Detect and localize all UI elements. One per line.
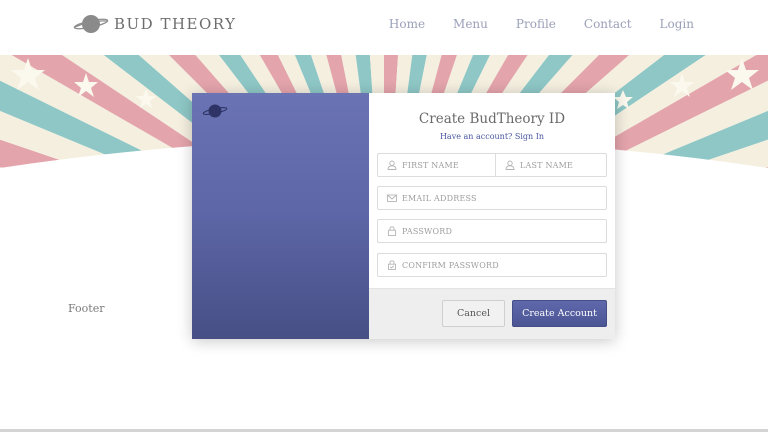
- modal-side-panel: [192, 93, 369, 339]
- user-icon: [387, 160, 397, 170]
- logo-text: BUD THEORY: [114, 15, 237, 33]
- lock-icon: [388, 226, 396, 236]
- cancel-button[interactable]: Cancel: [442, 300, 505, 327]
- user-icon: [505, 160, 515, 170]
- password-field[interactable]: PASSWORD: [377, 219, 607, 243]
- nav-home[interactable]: Home: [389, 17, 425, 31]
- site-logo[interactable]: BUD THEORY: [72, 12, 237, 36]
- email-placeholder: EMAIL ADDRESS: [402, 193, 477, 203]
- have-account-text: Have an account?: [439, 132, 513, 141]
- nav-contact[interactable]: Contact: [584, 17, 632, 31]
- nav-menu[interactable]: Menu: [453, 17, 488, 31]
- site-header: BUD THEORY Home Menu Profile Contact Log…: [0, 0, 768, 55]
- password-placeholder: PASSWORD: [402, 226, 453, 236]
- create-account-modal: Create BudTheory ID Have an account? Sig…: [192, 93, 615, 339]
- planet-logo-icon: [202, 104, 228, 118]
- last-name-field[interactable]: LAST NAME: [495, 153, 607, 177]
- envelope-icon: [387, 194, 397, 202]
- confirm-password-field[interactable]: CONFIRM PASSWORD: [377, 253, 607, 277]
- footer-text: Footer: [68, 302, 105, 315]
- sign-in-link[interactable]: Sign In: [515, 132, 544, 141]
- nav-login[interactable]: Login: [660, 17, 694, 31]
- main-nav: Home Menu Profile Contact Login: [389, 17, 694, 31]
- planet-logo-icon: [73, 15, 109, 33]
- first-name-placeholder: FIRST NAME: [402, 160, 459, 170]
- signup-form: Create BudTheory ID Have an account? Sig…: [369, 93, 615, 339]
- form-title: Create BudTheory ID: [418, 111, 566, 127]
- first-name-field[interactable]: FIRST NAME: [377, 153, 496, 177]
- modal-footer: Cancel Create Account: [369, 288, 615, 339]
- email-field[interactable]: EMAIL ADDRESS: [377, 186, 607, 210]
- lock-check-icon: [388, 260, 396, 270]
- create-account-button[interactable]: Create Account: [512, 300, 607, 327]
- last-name-placeholder: LAST NAME: [520, 160, 574, 170]
- nav-profile[interactable]: Profile: [516, 17, 556, 31]
- confirm-password-placeholder: CONFIRM PASSWORD: [402, 260, 499, 270]
- form-subtitle: Have an account? Sign In: [369, 132, 615, 141]
